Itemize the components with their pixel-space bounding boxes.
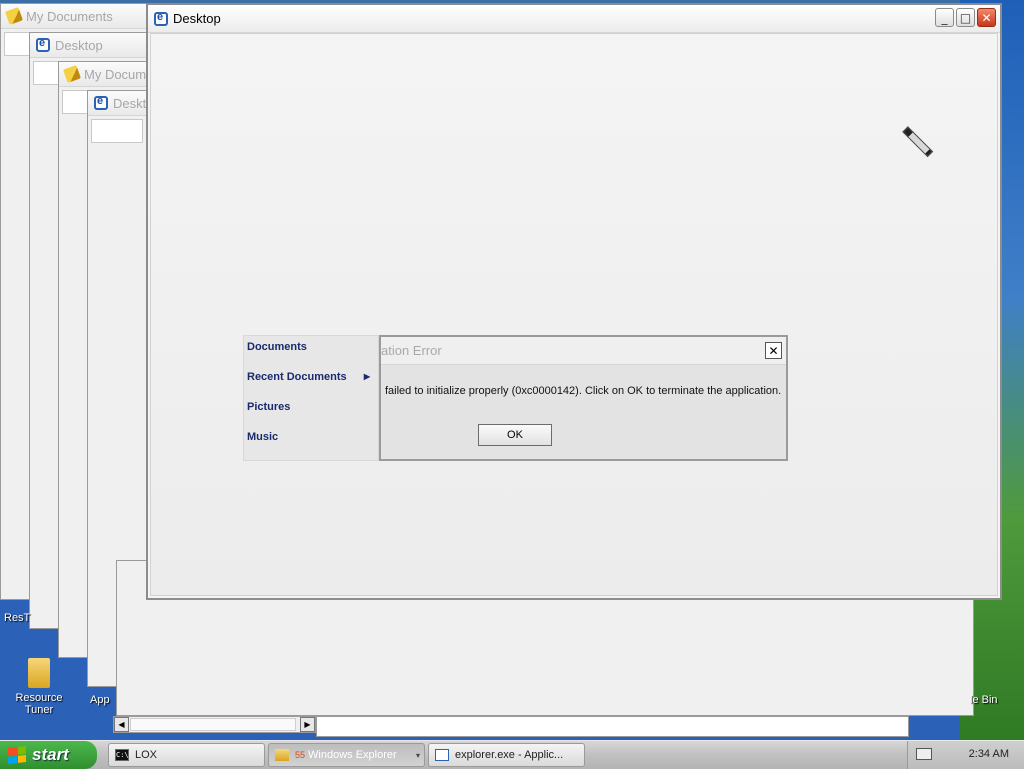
start-button[interactable]: start: [0, 741, 97, 769]
ok-button[interactable]: OK: [478, 424, 552, 446]
horizontal-scrollbar[interactable]: ◀ ▶: [113, 716, 316, 733]
cmd-icon: C:\: [115, 749, 129, 761]
taskbar-item-windows-explorer[interactable]: 55 Windows Explorer ▾: [268, 743, 425, 767]
application-error-dialog: ation Error ✕ failed to initialize prope…: [379, 335, 788, 461]
menu-item-recent-documents[interactable]: Recent Documents ▶: [244, 370, 378, 400]
desktop-icon-recycle-bin[interactable]: le Bin: [970, 694, 1010, 706]
clock[interactable]: 2:34 AM: [969, 748, 1009, 760]
address-field[interactable]: [91, 119, 143, 143]
taskbar-item-label: LOX: [135, 749, 158, 761]
desktop-icon-label: Resource: [15, 692, 63, 704]
status-field: [316, 716, 909, 737]
folder-icon: [275, 749, 289, 761]
menu-item-label: Documents: [247, 341, 307, 353]
submenu-arrow-icon: ▶: [363, 372, 370, 381]
start-label: start: [32, 745, 69, 764]
taskbar-item-label: explorer.exe - Applic...: [455, 749, 564, 761]
windows-logo-icon: [8, 746, 26, 764]
window-title: My Docum: [84, 66, 147, 82]
system-tray: 2:34 AM: [907, 741, 1024, 769]
close-button[interactable]: ✕: [977, 8, 996, 27]
scroll-thumb[interactable]: [130, 718, 296, 731]
taskbar-item-lox[interactable]: C:\ LOX: [108, 743, 265, 767]
scroll-left-icon[interactable]: ◀: [114, 717, 129, 732]
desktop-icon-restuner-partial[interactable]: ResT: [4, 612, 34, 624]
taskbar-item-count: 55: [295, 750, 306, 760]
main-window-titlebar[interactable]: Desktop: [148, 5, 1000, 33]
folder-shortcut-icon: [28, 658, 50, 688]
menu-item-label: Pictures: [247, 401, 291, 413]
menu-item-documents[interactable]: Documents: [244, 340, 378, 370]
main-window-content: [150, 33, 998, 596]
taskbar-item-label: Windows Explorer: [308, 749, 397, 761]
ie-icon: [154, 11, 168, 26]
scroll-right-icon[interactable]: ▶: [300, 717, 315, 732]
start-menu-fragment: Documents Recent Documents ▶ Pictures Mus…: [243, 335, 379, 461]
menu-item-label: Music: [247, 431, 279, 443]
maximize-button[interactable]: □: [956, 8, 975, 27]
window-titlebar[interactable]: Desktop: [30, 33, 158, 58]
window-titlebar[interactable]: My Documents: [1, 4, 159, 29]
menu-item-music[interactable]: Music: [244, 430, 378, 460]
main-window-desktop[interactable]: Desktop _ □ ✕: [146, 3, 1002, 600]
pencil-icon: [63, 65, 81, 83]
desktop-icon-label: ResT: [4, 612, 31, 624]
taskbar-item-explorer-error[interactable]: explorer.exe - Applic...: [428, 743, 585, 767]
minimize-button[interactable]: _: [935, 8, 954, 27]
main-window-title: Desktop: [173, 11, 221, 26]
dialog-titlebar[interactable]: ation Error: [381, 337, 786, 365]
window-titlebar[interactable]: My Docum: [59, 62, 157, 87]
desktop-icon-label: App: [90, 694, 110, 706]
pencil-icon: [5, 7, 23, 25]
desktop-icon-label: Tuner: [24, 704, 54, 716]
window-title: Deskt: [113, 95, 147, 111]
taskbar: start C:\ LOX 55 Windows Explorer ▾ expl…: [0, 740, 1024, 769]
menu-item-label: Recent Documents: [247, 371, 347, 383]
desktop-icon-resource-tuner[interactable]: Resource Tuner: [10, 658, 68, 716]
dialog-message: failed to initialize properly (0xc000014…: [385, 385, 782, 397]
window-title: Desktop: [55, 37, 103, 53]
group-dropdown-icon[interactable]: ▾: [416, 751, 420, 760]
ie-icon: [94, 95, 108, 110]
app-window-icon: [435, 749, 449, 761]
dialog-close-button[interactable]: ✕: [765, 342, 782, 359]
ie-icon: [36, 37, 50, 52]
keyboard-icon[interactable]: [916, 748, 932, 760]
desktop-icon-label: le Bin: [970, 694, 998, 706]
desktop-icon-app-partial[interactable]: App: [90, 694, 114, 706]
menu-item-pictures[interactable]: Pictures: [244, 400, 378, 430]
window-title: My Documents: [26, 8, 113, 24]
dialog-title: ation Error: [381, 343, 442, 358]
